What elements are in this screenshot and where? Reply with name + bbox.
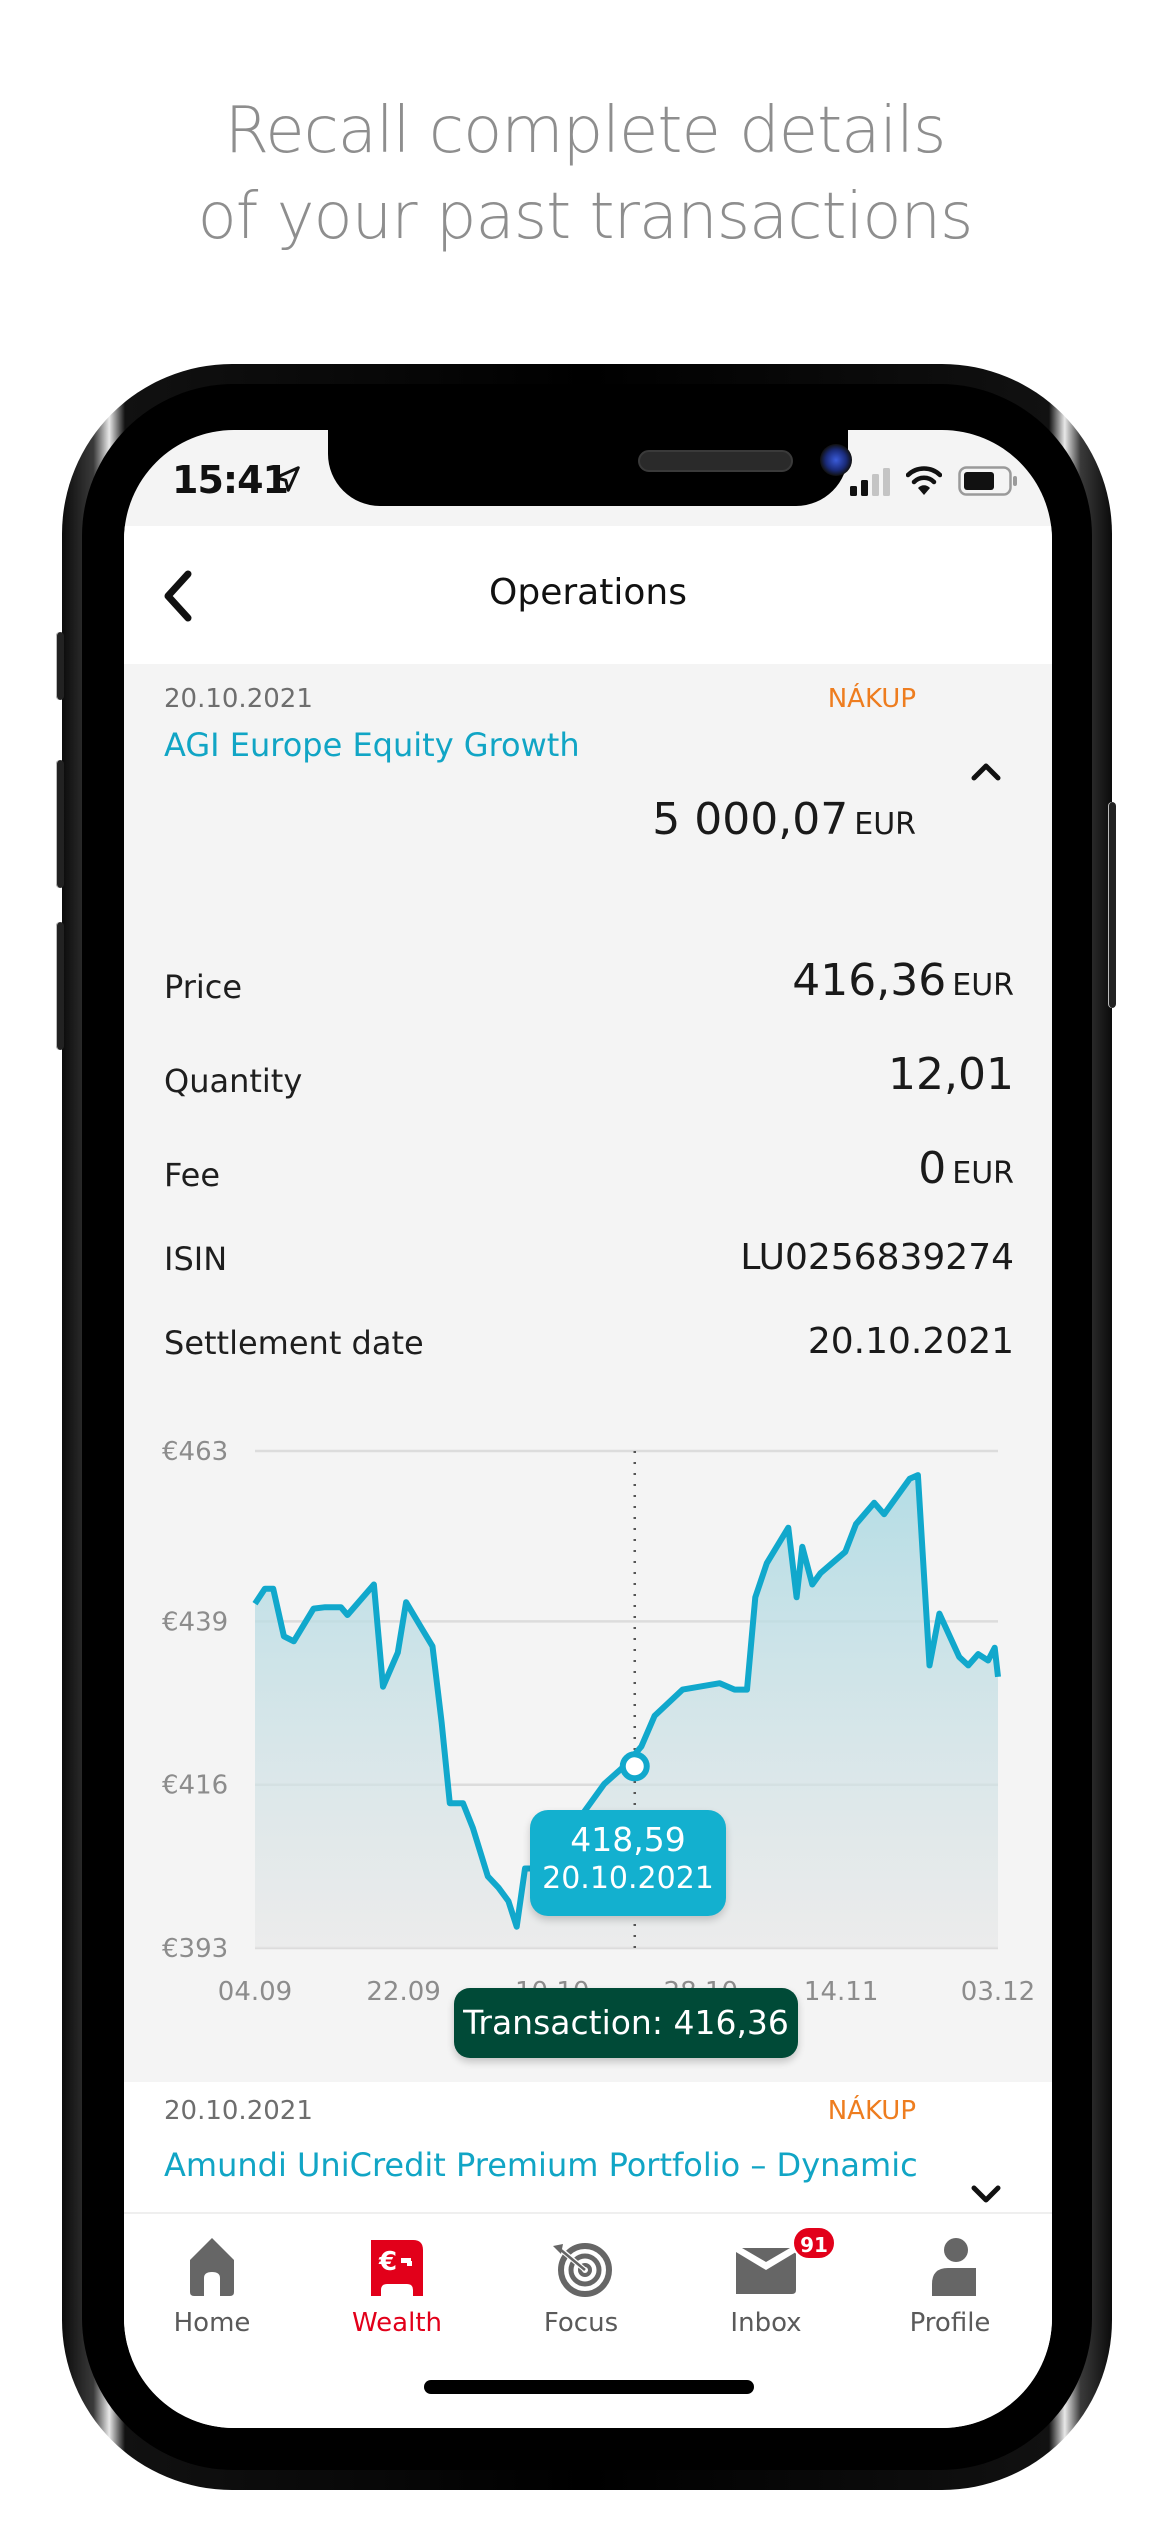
wealth-euro-icon: € bbox=[371, 2240, 423, 2296]
detail-row-isin: ISIN LU0256839274 bbox=[164, 1226, 1014, 1286]
detail-row-price: Price 416,36 EUR bbox=[164, 954, 1014, 1014]
detail-value: 20.10.2021 bbox=[807, 1321, 1014, 1362]
chevron-down-icon[interactable] bbox=[968, 2182, 1004, 2206]
tab-bar: Home € Wealth Focus 91 Inbox Profile bbox=[124, 2212, 1052, 2428]
tab-label: Inbox bbox=[730, 2308, 802, 2338]
tab-label: Home bbox=[173, 2308, 251, 2338]
detail-row-settlement-date: Settlement date 20.10.2021 bbox=[164, 1310, 1014, 1370]
chevron-up-icon[interactable] bbox=[968, 760, 1004, 784]
transaction-card-collapsed[interactable]: 20.10.2021 NÁKUP Amundi UniCredit Premiu… bbox=[124, 2082, 1052, 2212]
home-indicator[interactable] bbox=[424, 2380, 754, 2394]
transaction-amount: 5 000,07 EUR bbox=[652, 794, 916, 845]
detail-label: Settlement date bbox=[164, 1324, 424, 1362]
tab-label: Focus bbox=[543, 2308, 619, 2338]
tab-home[interactable]: Home bbox=[142, 2234, 282, 2354]
notch bbox=[328, 430, 852, 506]
cellular-signal-icon bbox=[850, 468, 890, 496]
tab-wealth[interactable]: € Wealth bbox=[327, 2234, 467, 2354]
transaction-tooltip: Transaction: 416,36 bbox=[454, 1988, 798, 2058]
phone-screen: 15:41 Operations 20.10.2021 NÁKUP AGI Eu… bbox=[124, 430, 1052, 2428]
power-button bbox=[1108, 802, 1116, 1008]
headline-line-2: of your past transactions bbox=[197, 180, 974, 254]
transaction-type-tag: NÁKUP bbox=[827, 2096, 916, 2126]
detail-value: 0 EUR bbox=[918, 1143, 1014, 1194]
tab-focus[interactable]: Focus bbox=[511, 2234, 651, 2354]
headline: Recall complete details of your past tra… bbox=[0, 88, 1170, 260]
headline-line-1: Recall complete details bbox=[224, 94, 947, 168]
inbox-badge: 91 bbox=[792, 2226, 836, 2260]
fund-name-link[interactable]: Amundi UniCredit Premium Portfolio – Dyn… bbox=[164, 2146, 918, 2184]
tooltip-date: 20.10.2021 bbox=[542, 1861, 714, 1896]
detail-value: 12,01 bbox=[888, 1049, 1014, 1100]
home-icon bbox=[190, 2238, 234, 2296]
price-value: 416,36 bbox=[792, 955, 947, 1006]
page-title: Operations bbox=[489, 572, 687, 613]
silent-switch bbox=[56, 632, 64, 700]
location-arrow-icon bbox=[274, 466, 300, 492]
amount-value: 5 000,07 bbox=[652, 794, 849, 845]
transaction-type-tag: NÁKUP bbox=[827, 684, 916, 714]
status-time: 15:41 bbox=[172, 458, 289, 502]
speaker-grille bbox=[638, 450, 793, 472]
transaction-date: 20.10.2021 bbox=[164, 2096, 313, 2126]
price-tooltip: 418,59 20.10.2021 bbox=[530, 1810, 726, 1916]
volume-down-button bbox=[56, 922, 64, 1050]
detail-label: Price bbox=[164, 968, 243, 1006]
target-icon bbox=[553, 2243, 612, 2297]
amount-currency: EUR bbox=[854, 807, 916, 842]
fee-value: 0 bbox=[918, 1143, 947, 1194]
navigation-bar: Operations bbox=[124, 526, 1052, 664]
price-currency: EUR bbox=[952, 968, 1014, 1003]
tooltip-price: 418,59 bbox=[570, 1820, 686, 1859]
wifi-icon bbox=[906, 466, 942, 495]
detail-label: Fee bbox=[164, 1156, 221, 1194]
detail-row-quantity: Quantity 12,01 bbox=[164, 1048, 1014, 1108]
detail-value: 416,36 EUR bbox=[792, 955, 1014, 1006]
tab-profile[interactable]: Profile bbox=[880, 2234, 1020, 2354]
tab-inbox[interactable]: 91 Inbox bbox=[696, 2226, 836, 2354]
tab-label: Wealth bbox=[351, 2308, 442, 2338]
detail-label: Quantity bbox=[164, 1062, 303, 1100]
svg-text:€: € bbox=[378, 2247, 397, 2277]
front-camera bbox=[820, 444, 852, 476]
fund-name-link[interactable]: AGI Europe Equity Growth bbox=[164, 726, 580, 764]
tab-label: Profile bbox=[909, 2308, 991, 2338]
fee-currency: EUR bbox=[952, 1156, 1014, 1191]
transaction-date: 20.10.2021 bbox=[164, 684, 313, 714]
battery-icon bbox=[958, 466, 1017, 496]
detail-value: LU0256839274 bbox=[740, 1237, 1014, 1278]
volume-up-button bbox=[56, 760, 64, 888]
detail-row-fee: Fee 0 EUR bbox=[164, 1142, 1014, 1202]
person-icon bbox=[932, 2238, 976, 2296]
detail-label: ISIN bbox=[164, 1240, 228, 1278]
envelope-icon bbox=[736, 2248, 796, 2294]
